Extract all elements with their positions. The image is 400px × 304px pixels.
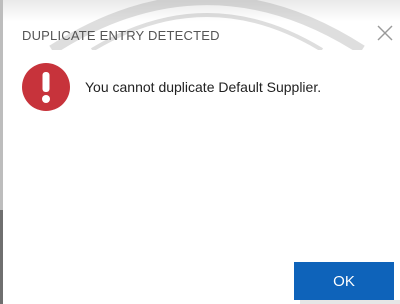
dialog-left-border xyxy=(0,0,3,304)
close-icon xyxy=(377,25,393,41)
dialog-title: DUPLICATE ENTRY DETECTED xyxy=(22,28,220,43)
button-area-shadow xyxy=(300,300,400,304)
close-button[interactable] xyxy=(376,24,394,42)
ok-button[interactable]: OK xyxy=(294,262,394,300)
dialog-message: You cannot duplicate Default Supplier. xyxy=(85,79,322,95)
exclamation-circle-icon xyxy=(22,63,70,111)
title-bar-background xyxy=(0,0,400,22)
